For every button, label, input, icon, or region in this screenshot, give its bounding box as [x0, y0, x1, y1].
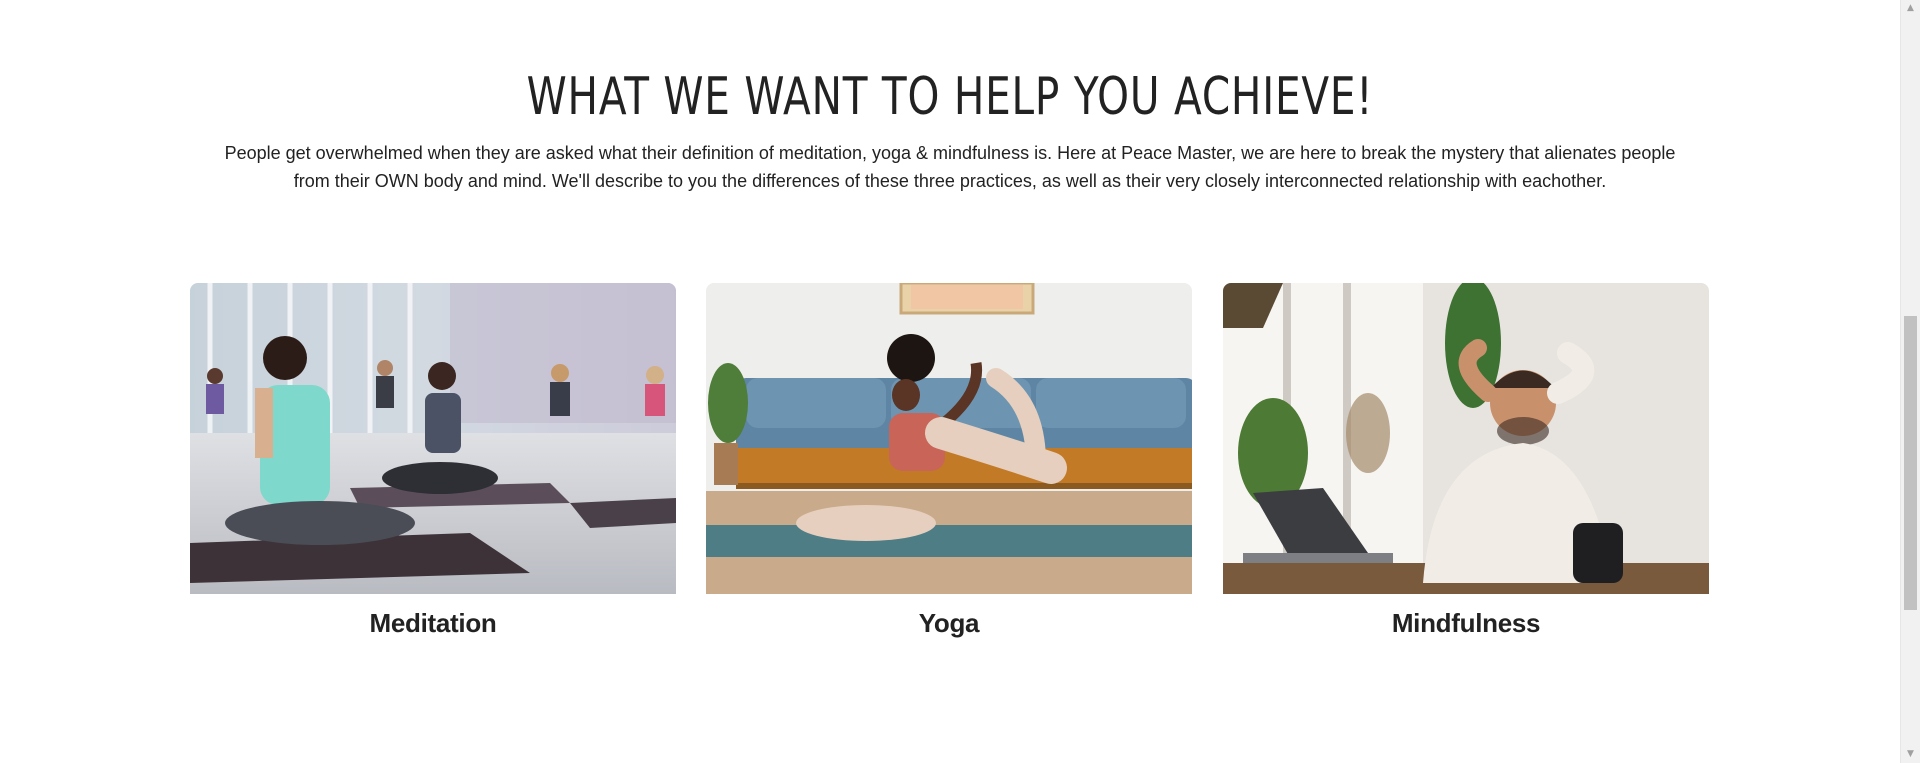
card-meditation[interactable]: Meditation	[190, 283, 676, 643]
mindfulness-photo	[1223, 283, 1709, 594]
arrow-down-icon[interactable]: ▼	[1901, 746, 1920, 763]
meditation-photo	[190, 283, 676, 594]
card-yoga[interactable]: Yoga	[706, 283, 1192, 643]
yoga-photo	[706, 283, 1192, 594]
scrollbar[interactable]: ▲ ▼	[1900, 0, 1920, 763]
card-title-meditation[interactable]: Meditation	[190, 608, 676, 639]
practice-cards: Meditation Yoga Mindfulness	[190, 283, 1709, 643]
mindfulness-image[interactable]	[1223, 283, 1709, 594]
arrow-up-icon[interactable]: ▲	[1901, 0, 1920, 17]
yoga-image[interactable]	[706, 283, 1192, 594]
card-title-mindfulness[interactable]: Mindfulness	[1223, 608, 1709, 639]
section-description: People get overwhelmed when they are ask…	[224, 143, 1676, 191]
meditation-image[interactable]	[190, 283, 676, 594]
card-mindfulness[interactable]: Mindfulness	[1223, 283, 1709, 643]
scrollbar-thumb[interactable]	[1904, 316, 1917, 610]
section-title: WHAT WE WANT TO HELP YOU ACHIEVE!	[526, 67, 1374, 127]
card-title-yoga[interactable]: Yoga	[706, 608, 1192, 639]
page: WHAT WE WANT TO HELP YOU ACHIEVE! People…	[0, 0, 1900, 763]
